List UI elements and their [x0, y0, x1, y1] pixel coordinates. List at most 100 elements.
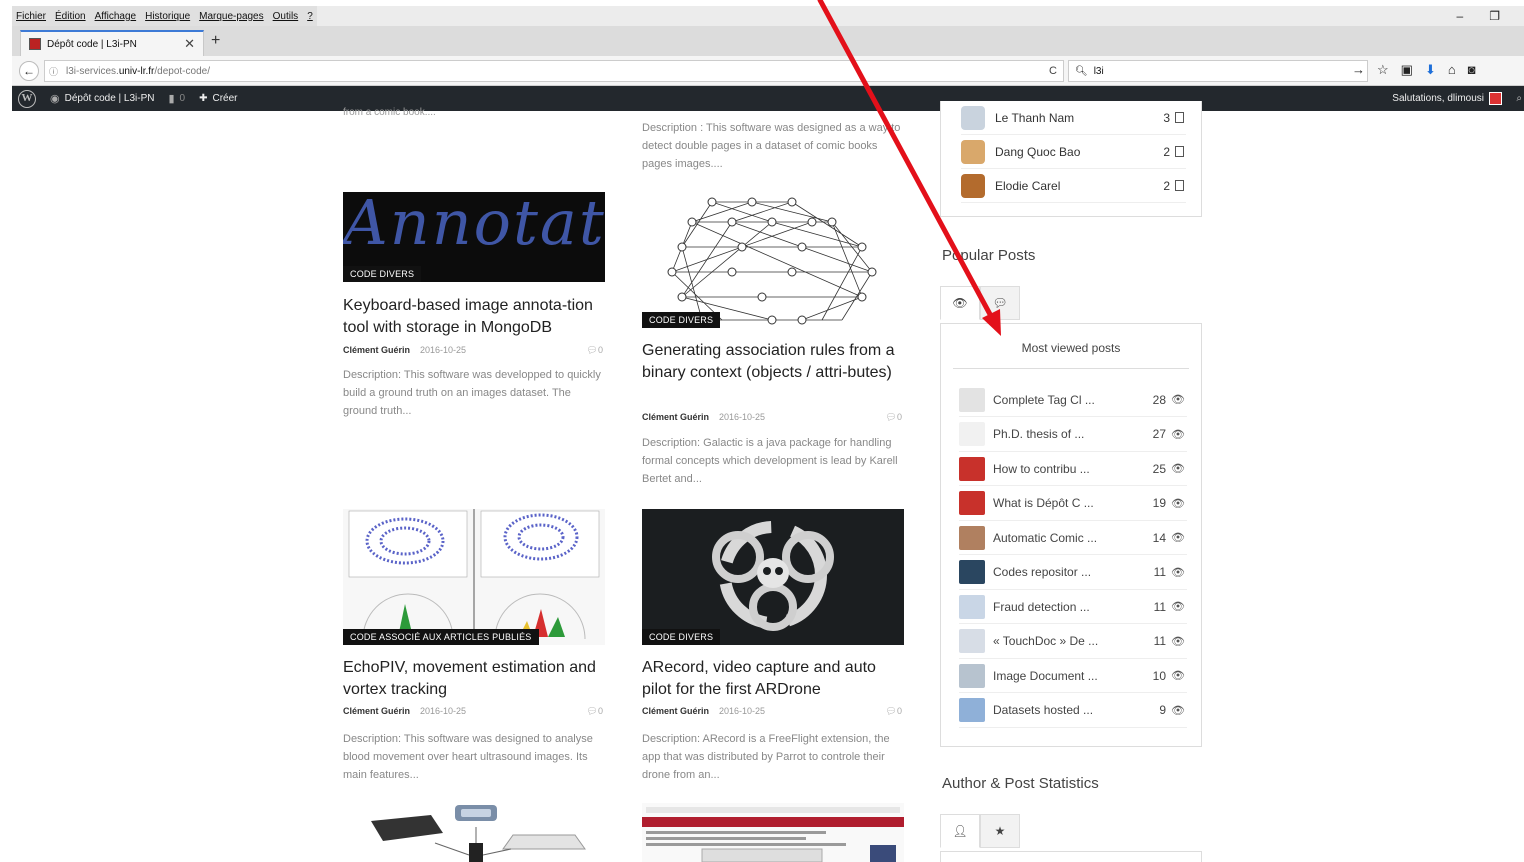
restore-button[interactable]: ❐: [1489, 9, 1500, 23]
thumbnail-text: Annotat: [343, 192, 605, 259]
view-count: 27 👁︎: [1152, 427, 1185, 441]
comment-count[interactable]: 💬︎0: [587, 345, 603, 356]
post-thumbnail: [959, 560, 985, 584]
post-author[interactable]: Clément Guérin: [642, 412, 709, 422]
author-avatar: [961, 139, 985, 164]
tab-most-commented[interactable]: 💬︎: [980, 286, 1020, 320]
document-icon: [1175, 112, 1184, 123]
view-count: 14 👁︎: [1152, 530, 1185, 545]
post-date: 2016-10-25: [719, 412, 766, 422]
menu-historique[interactable]: Historique: [145, 11, 190, 22]
post-title[interactable]: EchoPIV, movement estimation and vortex …: [343, 657, 605, 701]
tab-post-stats[interactable]: ★: [980, 814, 1020, 848]
post-meta: Clément Guérin 2016-10-25 💬︎0: [343, 704, 605, 718]
site-name-link[interactable]: ◉ Dépôt code | L3i-PN: [50, 92, 154, 105]
comments-link[interactable]: ▮ 0: [168, 92, 185, 105]
post-thumbnail[interactable]: CODE ASSOCIÉ AUX ARTICLES PUBLIÉS: [343, 509, 605, 645]
menu-marque-pages[interactable]: Marque-pages: [199, 11, 263, 22]
browser-tab[interactable]: Dépôt code | L3i-PN ✕: [20, 30, 204, 56]
category-badge[interactable]: CODE DIVERS: [642, 312, 721, 328]
eye-icon: 👁︎: [1171, 704, 1185, 717]
popular-post-title: What is Dépôt C ...: [993, 496, 1094, 510]
back-button[interactable]: ←: [19, 61, 39, 81]
post-thumbnail[interactable]: [343, 803, 605, 862]
window-controls: – ❐: [1457, 6, 1500, 26]
post-thumbnail: [959, 594, 985, 619]
post-thumbnail[interactable]: Annotat CODE DIVERS: [343, 192, 605, 282]
pocket-icon[interactable]: ◙: [1468, 62, 1476, 78]
menu-affichage[interactable]: Affichage: [95, 11, 137, 22]
url-bar[interactable]: ⓘ l3i-services. univ-lr.fr/depot-code/ C: [44, 60, 1064, 82]
popular-post-title: Automatic Comic ...: [993, 530, 1098, 545]
post-thumbnail[interactable]: CODE DIVERS: [642, 192, 904, 328]
comment-icon: 💬︎: [992, 296, 1008, 310]
popular-post-row[interactable]: Codes repositor ... 11 👁︎: [959, 556, 1187, 590]
toolbar-icons: → ☆ ▣ ⬇ ⌂ ◙: [1352, 62, 1476, 78]
post-title[interactable]: ARecord, video capture and auto pilot fo…: [642, 657, 904, 701]
avatar: [1489, 92, 1502, 105]
download-icon[interactable]: ⬇: [1425, 62, 1436, 78]
author-post-count: 2: [1163, 145, 1184, 159]
previous-card-description: Description : This software was designed…: [642, 122, 901, 170]
minimize-button[interactable]: –: [1457, 9, 1464, 23]
new-tab-button[interactable]: +: [211, 32, 220, 50]
popular-post-row[interactable]: « TouchDoc » De ... 11 👁︎: [959, 625, 1187, 659]
author-row[interactable]: Dang Quoc Bao 2: [961, 135, 1186, 169]
comment-bubble-icon: ▮: [168, 93, 175, 105]
menu-help[interactable]: ?: [307, 11, 313, 22]
view-count: 25 👁︎: [1152, 461, 1185, 476]
search-bar[interactable]: 🔍︎ l3i: [1068, 60, 1368, 82]
popular-post-row[interactable]: What is Dépôt C ... 19 👁︎: [959, 487, 1187, 521]
view-count: 11 👁︎: [1153, 599, 1185, 614]
reload-icon[interactable]: C: [1049, 65, 1057, 77]
post-author[interactable]: Clément Guérin: [642, 706, 709, 716]
create-label: Créer: [212, 93, 238, 104]
popular-post-row[interactable]: How to contribu ... 25 👁︎: [959, 452, 1187, 486]
view-count: 11 👁︎: [1153, 634, 1185, 648]
category-badge[interactable]: CODE ASSOCIÉ AUX ARTICLES PUBLIÉS: [343, 629, 539, 645]
menu-edition[interactable]: Édition: [55, 11, 86, 22]
post-thumbnail[interactable]: [642, 803, 904, 862]
tab-most-viewed[interactable]: 👁︎: [940, 286, 980, 320]
comment-count[interactable]: 💬︎0: [886, 412, 902, 423]
stats-tabs: 👤︎ ★: [940, 814, 1020, 850]
author-row[interactable]: Elodie Carel 2: [961, 169, 1186, 203]
popular-post-title: Datasets hosted ...: [993, 703, 1094, 717]
menu-bar: Fichier Édition Affichage Historique Mar…: [12, 6, 1524, 26]
post-author[interactable]: Clément Guérin: [343, 706, 410, 716]
author-post-count: 3: [1163, 111, 1184, 125]
tab-author-stats[interactable]: 👤︎: [940, 814, 980, 848]
category-badge[interactable]: CODE DIVERS: [642, 629, 721, 645]
popular-post-row[interactable]: Datasets hosted ... 9 👁︎: [959, 694, 1187, 728]
create-new-link[interactable]: ✚ Créer: [199, 93, 237, 104]
user-greeting[interactable]: Salutations, dlimousi: [1392, 92, 1502, 105]
library-icon[interactable]: ▣: [1401, 62, 1413, 78]
admin-search-icon[interactable]: ⌕: [1516, 93, 1522, 104]
comment-count[interactable]: 💬︎0: [587, 706, 603, 717]
post-thumbnail[interactable]: CODE DIVERS: [642, 509, 904, 645]
popular-post-row[interactable]: Ph.D. thesis of ... 27 👁︎: [959, 418, 1187, 452]
wordpress-logo-icon[interactable]: W: [18, 89, 36, 108]
top-authors-widget: Le Thanh Nam 3 Dang Quoc Bao 2 Elodie Ca…: [940, 101, 1202, 217]
post-title[interactable]: Generating association rules from a bina…: [642, 340, 904, 384]
vortex-plot-image: [348, 509, 600, 645]
stats-title: Author & Post Statistics: [942, 775, 1099, 792]
menu-outils[interactable]: Outils: [273, 11, 299, 22]
comment-count[interactable]: 💬︎0: [886, 706, 902, 717]
menu-fichier[interactable]: Fichier: [16, 11, 46, 22]
popular-post-row[interactable]: Fraud detection ... 11 👁︎: [959, 590, 1187, 624]
site-info-icon[interactable]: ⓘ: [49, 65, 58, 78]
popular-post-row[interactable]: Image Document ... 10 👁︎: [959, 659, 1187, 693]
home-icon[interactable]: ⌂: [1448, 62, 1456, 78]
popular-post-row[interactable]: Complete Tag Cl ... 28 👁︎: [959, 383, 1187, 417]
close-tab-icon[interactable]: ✕: [184, 36, 195, 52]
popular-post-row[interactable]: Automatic Comic ... 14 👁︎: [959, 521, 1187, 555]
post-author[interactable]: Clément Guérin: [343, 345, 410, 355]
author-row[interactable]: Le Thanh Nam 3: [961, 101, 1186, 135]
popular-post-title: Complete Tag Cl ...: [993, 392, 1095, 407]
bookmark-star-icon[interactable]: ☆: [1377, 62, 1389, 78]
category-badge[interactable]: CODE DIVERS: [343, 266, 422, 282]
go-arrow-icon[interactable]: →: [1352, 62, 1365, 78]
post-date: 2016-10-25: [420, 706, 467, 716]
post-title[interactable]: Keyboard-based image annota-tion tool wi…: [343, 295, 605, 339]
